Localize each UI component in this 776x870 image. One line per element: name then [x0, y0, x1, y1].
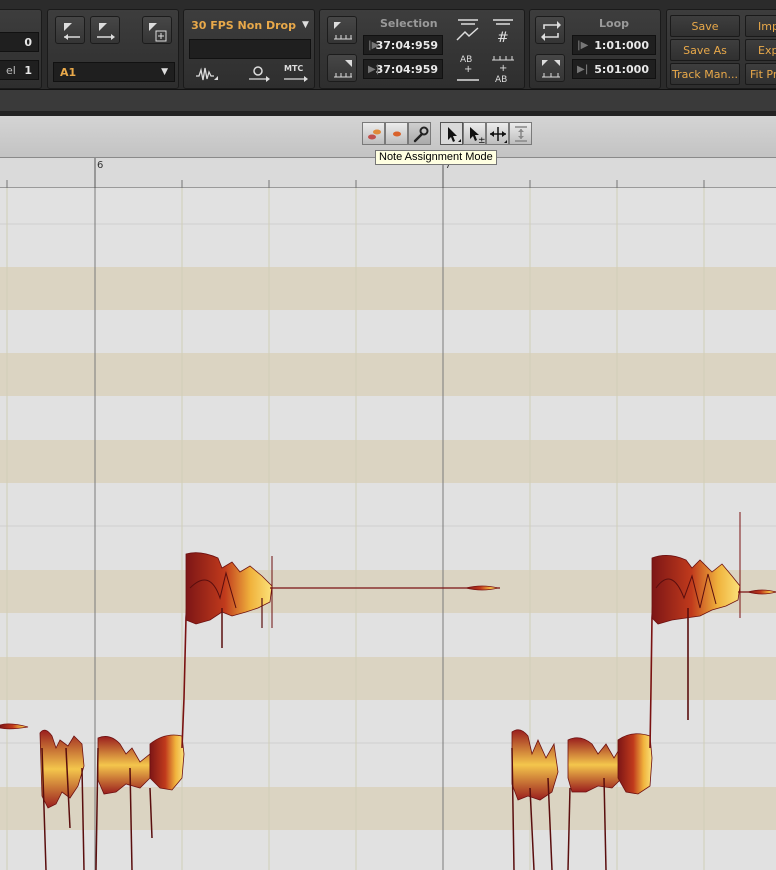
svg-text:±: ± [478, 136, 486, 146]
fit-button[interactable]: Fit Pr [745, 63, 776, 85]
track-select-dropdown[interactable]: A1 ▼ [53, 62, 175, 82]
svg-text:+: + [464, 64, 472, 75]
loop-range-icon [542, 60, 560, 78]
timecode-display [189, 39, 311, 59]
next-track-button[interactable] [90, 16, 120, 44]
selection-title: Selection [380, 17, 438, 30]
blob-mode-button[interactable] [362, 122, 385, 145]
compare-ab-button[interactable]: AB + [453, 52, 483, 86]
add-track-button[interactable] [142, 16, 172, 44]
counter-value-2: el 1 [0, 60, 39, 80]
file-panel: Save Save As Track Man... Imp Exp Fit Pr [666, 9, 776, 89]
note-mode-button[interactable] [385, 122, 408, 145]
compare-ab-grid-icon: + AB [492, 56, 514, 85]
waveform-icon [196, 67, 218, 81]
timecode-panel: 30 FPS Non Drop ▼ MTC [183, 9, 315, 89]
save-as-button[interactable]: Save As [670, 39, 740, 61]
waveform-button[interactable] [194, 64, 220, 84]
save-button[interactable]: Save [670, 15, 740, 37]
frame-rate-dropdown[interactable]: 30 FPS Non Drop ▼ [189, 15, 311, 35]
set-loop-button[interactable] [535, 54, 565, 82]
export-button[interactable]: Exp [745, 39, 776, 61]
blob-mode-icon [368, 129, 381, 140]
note-blob [465, 585, 499, 591]
selection-panel: Selection |▶ 37:04:959 ▶| 37:04:959 # AB… [319, 9, 525, 89]
quantize-scale-icon: # [493, 19, 513, 46]
compare-ab-grid-button[interactable]: + AB [488, 52, 518, 86]
sync-source-icon [249, 66, 270, 82]
prev-track-button[interactable] [55, 16, 85, 44]
note-assignment-wrench-icon [413, 126, 429, 143]
set-selection-end-button[interactable] [327, 54, 357, 82]
note-assignment-mode-button[interactable] [408, 122, 431, 145]
loop-toggle-button[interactable] [535, 16, 565, 44]
time-tool-button[interactable] [486, 122, 509, 145]
record-sync-button[interactable] [246, 64, 272, 84]
note-separation-tool-button[interactable]: ± [463, 122, 486, 146]
quantize-pitch-icon [456, 19, 479, 41]
import-button[interactable]: Imp [745, 15, 776, 37]
ruler-bar-6: 6 [97, 160, 104, 171]
quantize-sharp-button[interactable]: # [488, 16, 518, 46]
loop-title: Loop [599, 17, 629, 30]
counter-value-1: 0 [0, 32, 39, 52]
prev-track-icon [64, 23, 80, 40]
amplitude-tool-button[interactable] [509, 122, 532, 145]
main-tool-arrow-icon [448, 127, 461, 142]
loop-end-marker-icon: ▶| [577, 63, 589, 75]
loop-icon [541, 21, 561, 41]
loop-end-field[interactable]: ▶| 5:01:000 [572, 59, 656, 79]
compare-ab-icon: AB + [457, 55, 479, 81]
main-tool-button[interactable] [440, 122, 463, 145]
dropdown-arrow-icon: ▼ [161, 67, 168, 77]
next-track-icon [97, 23, 115, 40]
note-blob [617, 733, 653, 795]
note-separation-tool-icon: ± [470, 127, 486, 146]
selection-end-field[interactable]: ▶| 37:04:959 [363, 59, 443, 79]
tool-tooltip: Note Assignment Mode [375, 150, 497, 165]
dropdown-arrow-icon: ▼ [301, 20, 309, 30]
loop-start-marker-icon: |▶ [577, 39, 589, 51]
note-blob [746, 589, 776, 595]
quantize-pitch-button[interactable] [453, 16, 483, 46]
track-nav-panel: A1 ▼ [47, 9, 179, 89]
mtc-sync-button[interactable]: MTC [282, 64, 310, 84]
amplitude-tool-icon [515, 126, 527, 142]
note-editor-canvas[interactable] [0, 188, 776, 870]
end-marker-icon: ▶| [368, 63, 380, 75]
mtc-label: MTC [284, 64, 304, 73]
selection-start-field[interactable]: |▶ 37:04:959 [363, 35, 443, 55]
svg-text:#: # [497, 30, 509, 46]
track-counter-panel: 0 el 1 [0, 9, 42, 89]
pitch-grid [0, 188, 776, 870]
time-tool-icon [490, 127, 507, 143]
loop-start-field[interactable]: |▶ 1:01:000 [572, 35, 656, 55]
loop-panel: Loop |▶ 1:01:000 ▶| 5:01:000 [529, 9, 661, 89]
selection-end-icon [334, 60, 352, 78]
main-toolbar: 0 el 1 A1 ▼ 30 FPS Non Drop ▼ MTC Select… [0, 0, 776, 90]
selection-start-icon [334, 22, 352, 40]
add-track-icon [149, 23, 167, 42]
note-mode-icon [393, 131, 401, 137]
svg-text:AB: AB [495, 75, 507, 85]
svg-text:+: + [499, 63, 507, 74]
set-selection-start-button[interactable] [327, 16, 357, 44]
start-marker-icon: |▶ [368, 39, 380, 51]
track-manager-button[interactable]: Track Man... [670, 63, 740, 85]
track-header-strip [0, 90, 776, 112]
